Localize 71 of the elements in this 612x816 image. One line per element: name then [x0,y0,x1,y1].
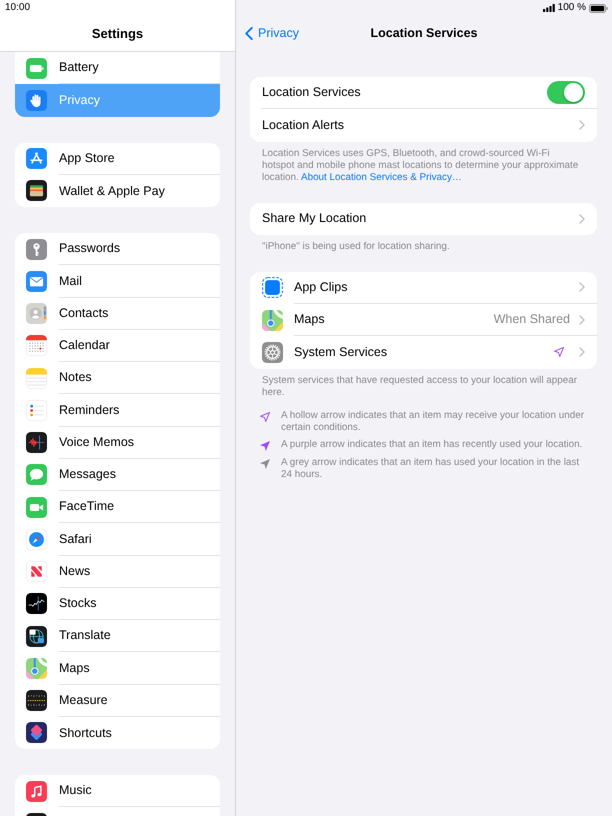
compass-icon [26,528,47,550]
chevron-right-icon [579,282,585,292]
list-icon [26,400,47,421]
map-icon [262,310,283,331]
footer-note: Location Services uses GPS, Bluetooth, and crowd-sourced Wi-Fi hotspot and mobile phone mast locations to determine your approximate location. About Location Services & Privacy… [261,146,580,184]
person-icon [26,303,47,324]
sidebar-item[interactable]: App Store [15,142,220,175]
legend-text: A grey arrow indicates that an item has used your location in the last 24 hours. [281,456,580,480]
speech-bubble-icon [26,464,47,486]
dashed-square-icon [262,277,283,298]
battery-percentage: 100 % [558,2,586,14]
page-title: Location Services [370,25,478,42]
legend-text: A purple arrow indicates that an item has recently used your location. [281,438,582,450]
map-icon [26,658,47,679]
footer-note: System services that have requested access to your location will appear here. [261,374,578,398]
waveform-icon [26,432,47,454]
chevron-right-icon [579,214,585,224]
chevron-left-icon [245,27,253,40]
sidebar-title: Settings [92,24,144,43]
cards-icon [26,180,47,202]
sidebar-item[interactable]: News [15,556,220,588]
hand-icon [26,90,47,111]
key-icon [26,238,47,260]
calendar-icon [26,335,47,356]
row-label: Location Services [262,84,361,102]
sidebar-item[interactable]: Contacts [15,298,220,330]
music-note-icon [26,780,47,802]
toggle-switch[interactable] [547,81,585,104]
sidebar-item[interactable]: FaceTime [15,491,220,524]
sidebar-item[interactable]: Music [15,775,220,808]
settings-row[interactable]: App Clips [250,272,597,304]
sidebar-item[interactable]: Wallet & Apple Pay [15,174,220,207]
status-time: 10:00 [5,2,30,14]
envelope-icon [26,270,47,292]
battery-icon [26,58,47,79]
back-button[interactable]: Privacy [236,24,299,43]
globe-icon [26,626,47,647]
footer-note: "iPhone" is being used for location sharing. [261,240,451,253]
legend-text: A hollow arrow indicates that an item may receive your location under certain conditions. [281,410,585,434]
letter-n-icon [26,561,47,582]
letter-a-icon [26,148,47,170]
chevron-right-icon [579,347,585,358]
sidebar-item[interactable]: Messages [15,458,220,491]
settings-row[interactable]: Maps When Shared [250,304,597,336]
video-camera-icon [26,496,47,518]
row-value: When Shared [494,311,570,328]
sidebar-item[interactable]: Mail [15,265,220,298]
sidebar-item[interactable]: Notes [15,362,220,394]
sidebar-item[interactable]: Voice Memos [15,426,220,459]
settings-row[interactable]: System Services [250,336,597,368]
line-chart-icon [26,593,47,614]
sidebar-item[interactable]: Maps [15,652,220,684]
sidebar-item[interactable]: Shortcuts [15,716,220,749]
notepad-icon [26,368,47,389]
settings-row[interactable]: Location Alerts [250,109,597,142]
battery-icon [589,4,608,12]
gear-icon [262,342,283,363]
sidebar-item[interactable]: Safari [15,523,220,556]
chevron-right-icon [579,120,585,130]
sidebar-item[interactable]: Passwords [15,233,220,266]
sidebar-item[interactable]: Translate [15,620,220,652]
ruler-icon [26,690,47,712]
sidebar-item[interactable]: Calendar [15,330,220,362]
about-link[interactable]: About Location Services & Privacy… [300,172,462,182]
sidebar-item[interactable]: Measure [15,684,220,717]
signal-icon [542,4,555,12]
settings-row[interactable]: Share My Location [250,202,597,235]
chevron-right-icon [579,314,585,325]
sidebar-item[interactable]: Reminders [15,394,220,426]
sidebar-item[interactable]: Stocks [15,588,220,620]
layers-icon [26,722,47,744]
